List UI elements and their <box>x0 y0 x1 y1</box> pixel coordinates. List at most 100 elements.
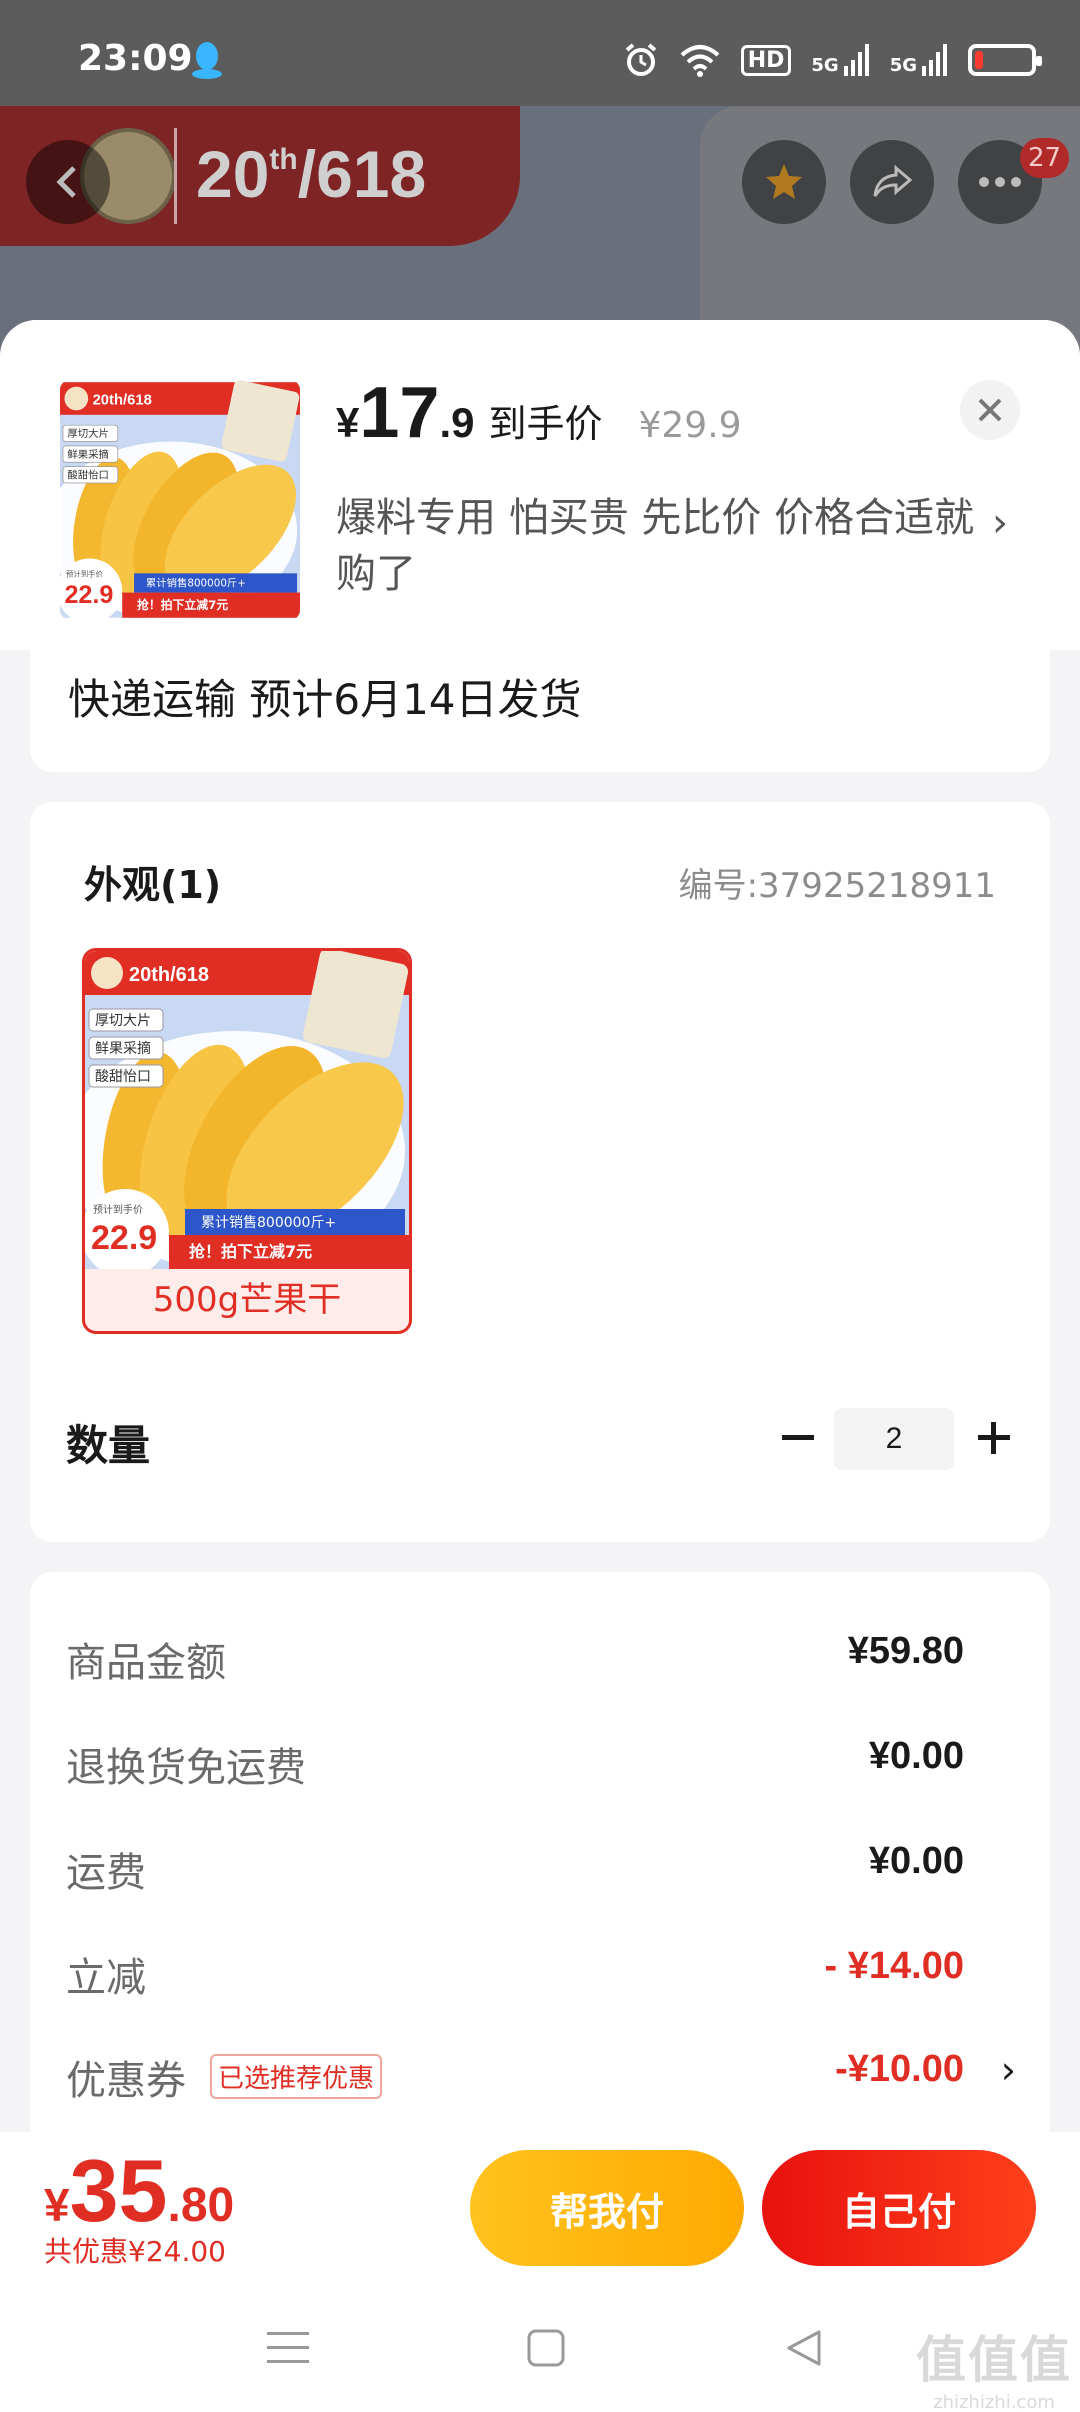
price-integer: 17 <box>359 373 440 453</box>
fee-row-discount: 立减 - ¥14.00 <box>66 1939 1014 2001</box>
svg-text:22.9: 22.9 <box>64 581 113 609</box>
help-me-pay-button[interactable]: 帮我付 <box>470 2150 744 2266</box>
quantity-increase-button[interactable] <box>966 1410 1022 1466</box>
option-group-title: 外观(1) <box>84 863 222 907</box>
qq-icon <box>190 40 224 80</box>
home-square-icon <box>527 2329 565 2367</box>
quantity-decrease-button[interactable] <box>770 1410 826 1466</box>
back-nav-button[interactable] <box>774 2318 834 2378</box>
menu-icon <box>267 2332 309 2363</box>
more-icon <box>979 177 1021 187</box>
banner-event-title: 20th/618 <box>196 137 427 211</box>
fee-value: ¥0.00 <box>868 1840 964 1882</box>
plus-icon <box>978 1422 1010 1454</box>
share-button[interactable] <box>850 140 934 224</box>
svg-text:抢！拍下立减7元: 抢！拍下立减7元 <box>137 598 228 612</box>
total-price: ¥ 35 .80 <box>44 2140 234 2242</box>
network-label: 5G <box>811 55 839 76</box>
home-nav-button[interactable] <box>516 2318 576 2378</box>
watermark-logo: 值值值 <box>916 2331 1072 2389</box>
svg-text:累计销售800000斤+: 累计销售800000斤+ <box>146 577 246 590</box>
total-savings: 共优惠¥24.00 <box>44 2235 226 2268</box>
svg-text:20th/618: 20th/618 <box>129 964 209 986</box>
star-icon <box>766 164 802 199</box>
back-icon <box>56 166 76 198</box>
signal-icon: 5G <box>811 44 869 76</box>
share-icon <box>873 164 913 197</box>
product-image: 20th/618 厚切大片 鲜果采摘 酸甜怡口 预计到手价 22.9 累计销售8… <box>60 380 300 620</box>
signal-icon: 5G <box>890 44 948 76</box>
fee-value: -¥10.00 <box>835 2048 964 2090</box>
svg-text:累计销售800000斤+: 累计销售800000斤+ <box>201 1215 336 1231</box>
fee-label: 商品金额 <box>66 1640 226 1686</box>
product-code: 编号:37925218911 <box>678 866 996 906</box>
svg-text:厚切大片: 厚切大片 <box>67 427 108 440</box>
watermark-url: zhizhizhi.com <box>933 2392 1055 2412</box>
price-currency: ¥ <box>336 399 360 446</box>
fee-row-coupon[interactable]: 优惠券 已选推荐优惠 -¥10.00 › <box>66 2042 1016 2104</box>
network-label: 5G <box>889 55 917 76</box>
minus-icon <box>782 1435 814 1440</box>
system-nav-bar: 值值值 zhizhizhi.com <box>0 2282 1080 2412</box>
close-button[interactable] <box>960 380 1020 440</box>
svg-text:抢！拍下立减7元: 抢！拍下立减7元 <box>189 1242 312 1261</box>
payment-bar: ¥ 35 .80 共优惠¥24.00 帮我付 自己付 <box>0 2132 1080 2282</box>
price-tag-label: 到手价 <box>488 402 603 446</box>
svg-text:鲜果采摘: 鲜果采摘 <box>95 1040 151 1057</box>
back-triangle-icon <box>787 2330 821 2366</box>
close-icon <box>978 398 1002 422</box>
svg-text:酸甜怡口: 酸甜怡口 <box>67 469 108 482</box>
favorite-button[interactable] <box>742 140 826 224</box>
fee-value: ¥59.80 <box>847 1630 964 1672</box>
fee-row-return-shipping: 退换货免运费 ¥0.00 <box>66 1729 1014 1791</box>
fee-value: ¥0.00 <box>868 1735 964 1777</box>
product-banner: 20th/618 27 <box>0 106 1080 356</box>
purchase-sheet: 20th/618 厚切大片 鲜果采摘 酸甜怡口 预计到手价 22.9 累计销售8… <box>0 320 1080 2132</box>
coupon-tag: 已选推荐优惠 <box>210 2054 383 2099</box>
site-watermark: 值值值 zhizhizhi.com <box>916 2320 1072 2412</box>
shipping-info: 快递运输 预计6月14日发货 <box>68 675 582 724</box>
fee-label: 优惠券 <box>66 2058 186 2104</box>
svg-text:预计到手价: 预计到手价 <box>66 569 104 578</box>
price-decimal: .9 <box>439 399 475 446</box>
chevron-right-icon[interactable]: › <box>992 500 1008 546</box>
svg-text:酸甜怡口: 酸甜怡口 <box>95 1069 151 1085</box>
battery-level <box>975 51 983 69</box>
svg-text:22.9: 22.9 <box>91 1219 157 1257</box>
back-button[interactable] <box>26 140 110 224</box>
fee-label: 立减 <box>66 1955 146 2001</box>
battery-icon <box>968 44 1042 76</box>
option-image: 20th/618 厚切大片 鲜果采摘 酸甜怡口 预计到手价 22.9 累计销售8… <box>85 951 409 1269</box>
original-price: ¥29.9 <box>638 405 742 446</box>
wifi-icon <box>679 43 721 77</box>
quantity-input[interactable] <box>834 1408 954 1470</box>
status-bar: 23:09 HD 5G 5G <box>0 0 1080 106</box>
total-currency: ¥ <box>44 2179 70 2231</box>
notification-badge: 27 <box>1020 138 1070 178</box>
alarm-icon <box>623 42 659 78</box>
fee-label: 运费 <box>66 1850 146 1896</box>
pay-myself-button[interactable]: 自己付 <box>762 2150 1036 2266</box>
status-icons: HD 5G 5G <box>623 40 1042 80</box>
menu-nav-button[interactable] <box>258 2318 318 2378</box>
fee-row-subtotal: 商品金额 ¥59.80 <box>66 1624 1014 1686</box>
total-decimal: .80 <box>167 2179 235 2232</box>
svg-text:厚切大片: 厚切大片 <box>95 1013 151 1029</box>
quantity-label: 数量 <box>66 1421 151 1470</box>
option-label: 500g芒果干 <box>152 1280 342 1320</box>
option-item-selected[interactable]: 20th/618 厚切大片 鲜果采摘 酸甜怡口 预计到手价 22.9 累计销售8… <box>82 948 412 1334</box>
svg-text:预计到手价: 预计到手价 <box>93 1203 143 1216</box>
svg-text:鲜果采摘: 鲜果采摘 <box>67 448 108 461</box>
promo-text[interactable]: 爆料专用 怕买贵 先比价 价格合适就购了 <box>336 490 976 602</box>
price-row: ¥ 17 .9 到手价 ¥29.9 <box>336 372 742 454</box>
banner-divider <box>174 128 177 224</box>
chevron-right-icon[interactable]: › <box>1001 2048 1016 2092</box>
fee-label: 退换货免运费 <box>66 1745 306 1791</box>
options-card: 外观(1) 编号:37925218911 20th/618 厚切大片 鲜果采摘 … <box>30 802 1050 1542</box>
fee-value: - ¥14.00 <box>824 1945 964 1987</box>
sheet-header: 20th/618 厚切大片 鲜果采摘 酸甜怡口 预计到手价 22.9 累计销售8… <box>0 320 1080 650</box>
product-thumbnail: 20th/618 厚切大片 鲜果采摘 酸甜怡口 预计到手价 22.9 累计销售8… <box>60 380 300 620</box>
hd-icon: HD <box>740 44 792 76</box>
fee-summary-card: 商品金额 ¥59.80 退换货免运费 ¥0.00 运费 ¥0.00 立减 - ¥… <box>30 1572 1050 2132</box>
total-integer: 35 <box>69 2141 168 2240</box>
